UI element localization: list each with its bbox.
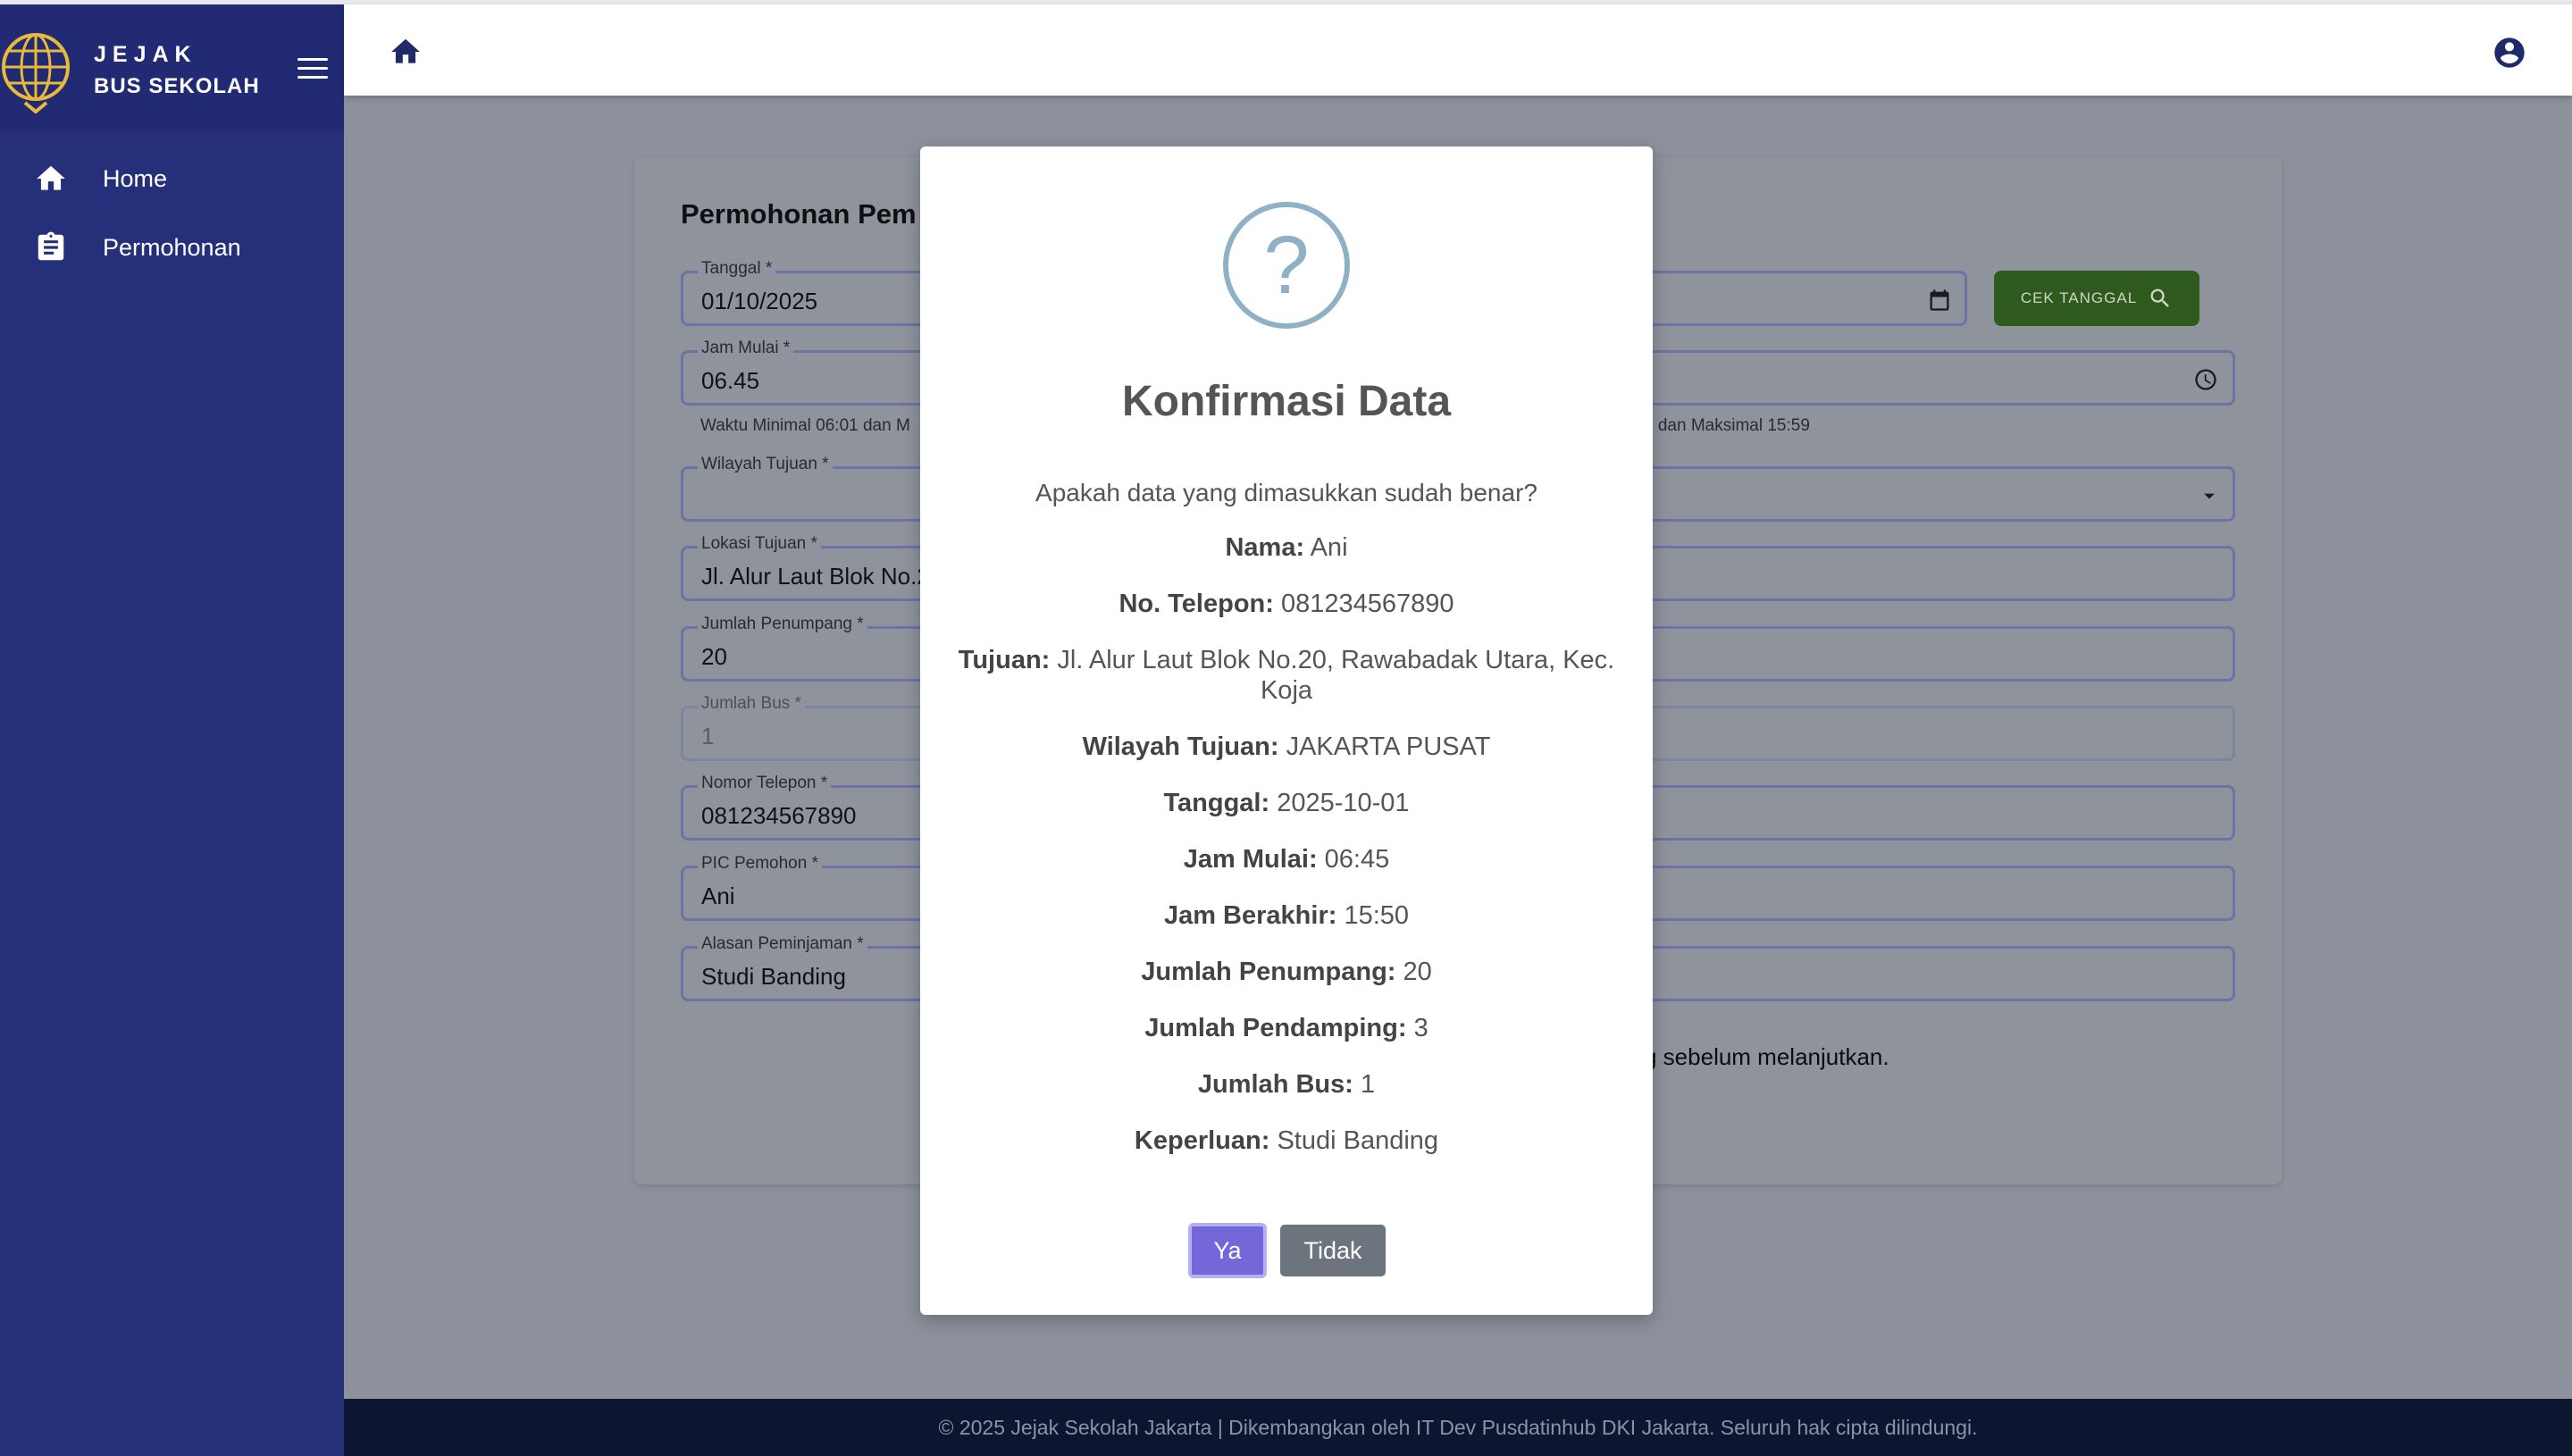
row-label: Nama: bbox=[1225, 533, 1305, 562]
row-value: 081234567890 bbox=[1280, 590, 1454, 618]
hamburger-icon bbox=[297, 58, 328, 61]
row-label: Jam Mulai: bbox=[1183, 845, 1318, 874]
cek-tanggal-label: CEK TANGGAL bbox=[2020, 289, 2138, 306]
calendar-icon[interactable] bbox=[1927, 288, 1952, 313]
lokasi-value: Jl. Alur Laut Blok No.2 bbox=[701, 563, 930, 590]
home-icon[interactable] bbox=[389, 35, 423, 69]
menu-toggle-button[interactable] bbox=[297, 58, 328, 83]
footer: © 2025 Jejak Sekolah Jakarta | Dikembang… bbox=[344, 1399, 2572, 1456]
jam-berakhir-helper: 1 dan Maksimal 15:59 bbox=[1644, 416, 1810, 435]
sidebar-item-label: Home bbox=[103, 164, 168, 192]
jam-mulai-label: Jam Mulai * bbox=[698, 339, 794, 358]
row-value: Jl. Alur Laut Blok No.20, Rawabadak Utar… bbox=[1057, 646, 1615, 705]
clock-icon[interactable] bbox=[2193, 367, 2218, 392]
alasan-label: Alasan Peminjaman * bbox=[698, 934, 867, 954]
row-label: Wilayah Tujuan: bbox=[1082, 732, 1279, 761]
hamburger-icon bbox=[297, 76, 328, 79]
question-circle-icon: ? bbox=[1223, 202, 1350, 329]
row-label: Jam Berakhir: bbox=[1163, 901, 1337, 930]
row-value: 2025-10-01 bbox=[1277, 789, 1410, 817]
row-value: JAKARTA PUSAT bbox=[1286, 732, 1491, 761]
summary-row-jam-mulai: Jam Mulai: 06:45 bbox=[956, 844, 1617, 874]
row-value: 20 bbox=[1403, 958, 1432, 986]
sidebar: JEJAK BUS SEKOLAH Home Permohonan bbox=[0, 4, 344, 1456]
row-value: Ani bbox=[1310, 533, 1348, 562]
search-icon bbox=[2150, 289, 2170, 307]
row-label: Jumlah Bus: bbox=[1197, 1070, 1353, 1099]
summary-row-penumpang: Jumlah Penumpang: 20 bbox=[956, 957, 1617, 987]
confirmation-modal: ? Konfirmasi Data Apakah data yang dimas… bbox=[920, 146, 1653, 1315]
penumpang-label: Jumlah Penumpang * bbox=[698, 615, 867, 634]
pic-label: PIC Pemohon * bbox=[698, 854, 822, 874]
bus-value: 1 bbox=[701, 723, 715, 749]
account-circle-icon[interactable] bbox=[2492, 35, 2527, 71]
form-title: Permohonan Pem bbox=[681, 198, 917, 230]
dropdown-arrow-icon bbox=[2204, 493, 2215, 499]
row-label: No. Telepon: bbox=[1118, 590, 1274, 618]
summary-row-jam-berakhir: Jam Berakhir: 15:50 bbox=[956, 900, 1617, 931]
tanggal-value: 01/10/2025 bbox=[701, 288, 818, 314]
row-value: 06:45 bbox=[1324, 845, 1390, 874]
summary-row-nama: Nama: Ani bbox=[956, 532, 1617, 563]
summary-row-telepon: No. Telepon: 081234567890 bbox=[956, 589, 1617, 619]
summary-row-tanggal: Tanggal: 2025-10-01 bbox=[956, 788, 1617, 818]
clipboard-icon bbox=[38, 231, 64, 261]
row-label: Keperluan: bbox=[1134, 1126, 1270, 1155]
summary-row-pendamping: Jumlah Pendamping: 3 bbox=[956, 1013, 1617, 1043]
penumpang-value: 20 bbox=[701, 643, 727, 670]
summary-row-tujuan: Tujuan: Jl. Alur Laut Blok No.20, Rawaba… bbox=[956, 645, 1617, 706]
row-label: Tujuan: bbox=[958, 646, 1051, 674]
row-label: Jumlah Penumpang: bbox=[1141, 958, 1396, 986]
tanggal-label: Tanggal * bbox=[698, 259, 776, 279]
hamburger-icon bbox=[297, 67, 328, 70]
logo-globe-icon bbox=[2, 33, 70, 113]
brand-subtitle: BUS SEKOLAH bbox=[94, 74, 260, 98]
lokasi-label: Lokasi Tujuan * bbox=[698, 534, 821, 554]
brand: JEJAK BUS SEKOLAH bbox=[0, 4, 344, 131]
sidebar-item-home[interactable]: Home bbox=[0, 147, 344, 210]
summary-row-keperluan: Keperluan: Studi Banding bbox=[956, 1125, 1617, 1156]
confirm-no-button[interactable]: Tidak bbox=[1280, 1225, 1386, 1276]
jam-mulai-value: 06.45 bbox=[701, 367, 760, 394]
sidebar-item-permohonan[interactable]: Permohonan bbox=[0, 216, 344, 279]
row-value: 1 bbox=[1360, 1070, 1376, 1099]
row-label: Tanggal: bbox=[1163, 789, 1270, 817]
row-value: 15:50 bbox=[1344, 901, 1410, 930]
jam-mulai-helper: Waktu Minimal 06:01 dan M bbox=[700, 416, 910, 435]
summary-row-wilayah: Wilayah Tujuan: JAKARTA PUSAT bbox=[956, 732, 1617, 762]
sidebar-item-label: Permohonan bbox=[103, 233, 241, 261]
footer-copyright: © 2025 Jejak Sekolah Jakarta | Dikembang… bbox=[938, 1415, 1978, 1439]
bus-label: Jumlah Bus * bbox=[698, 694, 805, 714]
home-icon bbox=[37, 165, 65, 190]
top-header bbox=[344, 4, 2572, 96]
brand-title: JEJAK bbox=[94, 42, 197, 67]
summary-row-bus: Jumlah Bus: 1 bbox=[956, 1069, 1617, 1100]
alasan-value: Studi Banding bbox=[701, 963, 846, 990]
cek-tanggal-button[interactable]: CEK TANGGAL bbox=[1994, 271, 2199, 326]
row-label: Jumlah Pendamping: bbox=[1144, 1014, 1407, 1042]
modal-title: Konfirmasi Data bbox=[1121, 378, 1452, 425]
telepon-label: Nomor Telepon * bbox=[698, 774, 832, 793]
row-value: Studi Banding bbox=[1277, 1126, 1439, 1155]
wilayah-label: Wilayah Tujuan * bbox=[698, 455, 833, 474]
telepon-value: 081234567890 bbox=[701, 802, 857, 829]
row-value: 3 bbox=[1413, 1014, 1428, 1042]
pic-value: Ani bbox=[701, 883, 735, 909]
confirm-yes-button[interactable]: Ya bbox=[1188, 1223, 1267, 1278]
modal-question: Apakah data yang dimasukkan sudah benar? bbox=[1035, 479, 1537, 506]
form-notice: g sebelum melanjutkan. bbox=[1644, 1043, 1889, 1070]
